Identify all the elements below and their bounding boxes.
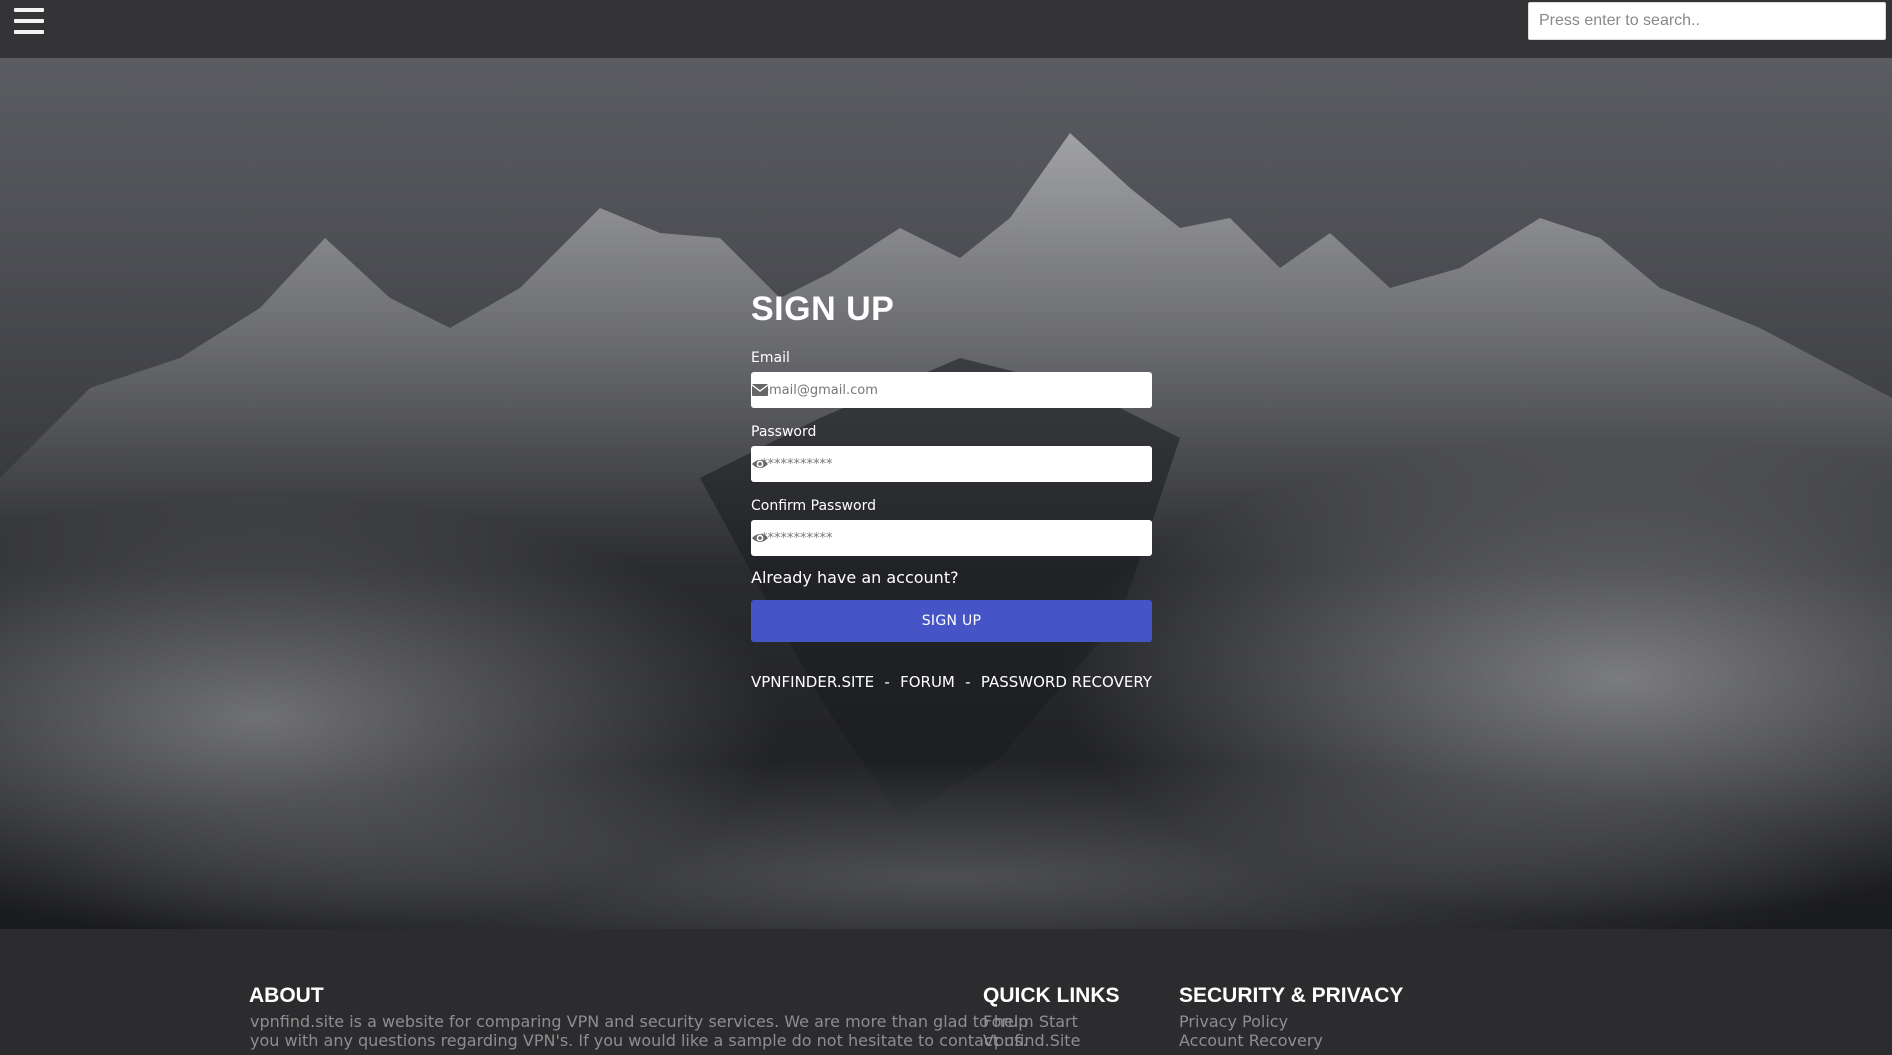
envelope-icon bbox=[751, 384, 769, 396]
footer-link-forum-start[interactable]: Forum Start bbox=[983, 1012, 1078, 1031]
hamburger-menu-icon[interactable] bbox=[14, 8, 46, 36]
eye-icon[interactable] bbox=[751, 456, 769, 472]
footer-link-vpnfind-site[interactable]: Vpnfind.Site bbox=[983, 1031, 1080, 1050]
signup-title: SIGN UP bbox=[751, 290, 895, 328]
sign-up-button[interactable]: SIGN UP bbox=[751, 600, 1152, 642]
bottom-links: VPNFINDER.SITE - FORUM - PASSWORD RECOVE… bbox=[751, 673, 1152, 691]
eye-icon[interactable] bbox=[751, 530, 769, 546]
password-field-wrapper bbox=[751, 446, 1152, 482]
email-field[interactable] bbox=[751, 372, 1152, 408]
footer-link-privacy-policy[interactable]: Privacy Policy bbox=[1179, 1012, 1288, 1031]
confirm-password-field-wrapper bbox=[751, 520, 1152, 556]
hero-background: SIGN UP Email Password Confirm Password bbox=[0, 58, 1892, 929]
forum-link[interactable]: FORUM bbox=[900, 673, 955, 691]
password-field[interactable] bbox=[751, 446, 1152, 482]
about-text-line-1: vpnfind.site is a website for comparing … bbox=[250, 1012, 1029, 1031]
already-have-account-link[interactable]: Already have an account? bbox=[751, 568, 959, 587]
password-recovery-link[interactable]: PASSWORD RECOVERY bbox=[981, 673, 1152, 691]
footer: ABOUT vpnfind.site is a website for comp… bbox=[0, 929, 1892, 1055]
search-input[interactable] bbox=[1528, 2, 1886, 40]
about-heading: ABOUT bbox=[249, 984, 324, 1007]
quick-links-heading: QUICK LINKS bbox=[983, 984, 1120, 1007]
top-navbar bbox=[0, 0, 1892, 58]
about-text-line-2: you with any questions regarding VPN's. … bbox=[250, 1031, 1028, 1050]
vpnfinder-site-link[interactable]: VPNFINDER.SITE bbox=[751, 673, 874, 691]
password-label: Password bbox=[751, 424, 817, 440]
confirm-password-label: Confirm Password bbox=[751, 498, 877, 514]
footer-link-account-recovery[interactable]: Account Recovery bbox=[1179, 1031, 1323, 1050]
security-privacy-heading: SECURITY & PRIVACY bbox=[1179, 984, 1404, 1007]
link-separator: - bbox=[884, 673, 890, 691]
email-label: Email bbox=[751, 350, 790, 366]
link-separator: - bbox=[965, 673, 971, 691]
email-field-wrapper bbox=[751, 372, 1152, 408]
confirm-password-field[interactable] bbox=[751, 520, 1152, 556]
